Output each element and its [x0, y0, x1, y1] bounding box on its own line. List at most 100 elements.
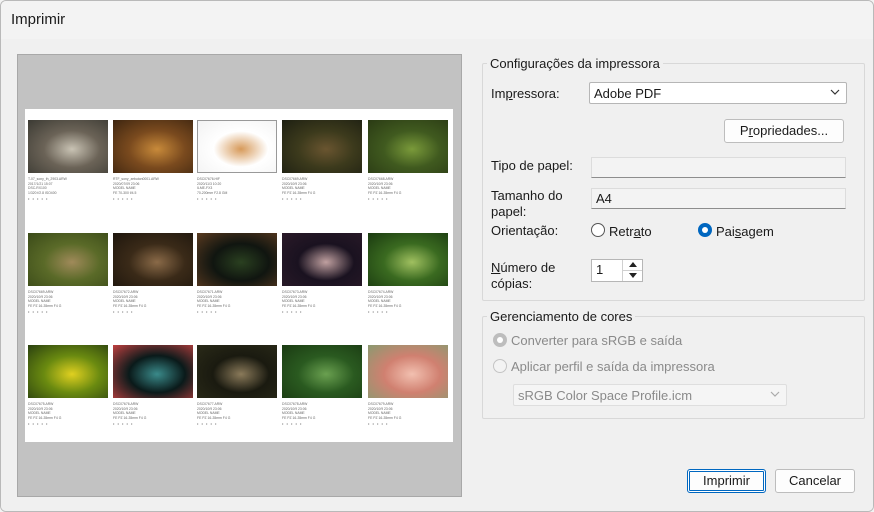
paper-type-field[interactable] [591, 157, 846, 178]
thumbnail-meta-line: FE PZ 16-35mm F4 G [28, 303, 62, 308]
copies-value: 1 [596, 262, 604, 277]
preview-thumbnail: DSC07676.HIF 2020/11/3 10:20 ILME-FX3 70-20… [197, 120, 277, 201]
cancel-button[interactable]: Cancelar [775, 469, 855, 493]
thumbnail-meta-line: 70-200mm F2.8 GM [197, 190, 228, 195]
thumbnail-image [113, 120, 193, 173]
portrait-radio[interactable] [591, 223, 605, 237]
portrait-label[interactable]: Retrato [609, 224, 652, 240]
preview-thumbnail: DSC07674.ARW 2020/10/9 23:06 MODEL NAME FE … [368, 233, 448, 314]
window-title: Imprimir [11, 11, 66, 28]
preview-thumbnail: RTF_sony_zebuton0001.ARW 2020/07/09 23:06… [113, 120, 193, 201]
thumbnail-metadata: DSC07678.ARW 2020/10/9 23:06 MODEL NAME FE … [282, 402, 362, 420]
thumbnail-image [28, 233, 108, 286]
rating-dots: • • • • • [28, 196, 49, 202]
thumbnail-image [368, 233, 448, 286]
apply-profile-label[interactable]: Aplicar perfil e saída da impressora [511, 359, 715, 375]
paper-size-label: Tamanho do papel: [491, 188, 563, 219]
chevron-down-icon [770, 391, 780, 397]
rating-dots: • • • • • [113, 196, 134, 202]
rating-dots: • • • • • [282, 421, 303, 427]
convert-srgb-label[interactable]: Converter para sRGB e saída [511, 333, 682, 349]
thumbnail-meta-line: FE PZ 16-35mm F4 G [368, 190, 402, 195]
thumbnail-metadata: DSC07674.ARW 2020/10/9 23:06 MODEL NAME FE … [368, 290, 448, 308]
thumbnail-image [282, 345, 362, 398]
spin-up-icon[interactable] [623, 260, 642, 271]
thumbnail-metadata: DSC07672.ARW 2020/10/9 23:06 MODEL NAME FE … [113, 290, 193, 308]
title-bar: Imprimir [1, 1, 873, 39]
copies-spinner[interactable]: 1 [591, 259, 643, 282]
thumbnail-meta-line: FE PZ 16-35mm F4 G [368, 303, 402, 308]
thumbnail-meta-line: FE PZ 16-35mm F4 G [28, 415, 62, 420]
preview-thumbnail: DSC07679.ARW 2020/10/9 23:06 MODEL NAME FE … [368, 345, 448, 426]
preview-thumbnail: DSC07673.ARW 2020/10/9 23:06 MODEL NAME FE … [282, 233, 362, 314]
color-profile-value: sRGB Color Space Profile.icm [518, 388, 693, 403]
orientation-label: Orientação: [491, 223, 559, 238]
thumbnail-meta-line: 1/320 f/2.8 ISO400 [28, 190, 57, 195]
printer-select-value: Adobe PDF [594, 86, 662, 101]
dialog-body: T-07_sony_th_2903.ARW 2017/1/21 15:07 DSC-… [1, 39, 873, 511]
chevron-down-icon [830, 89, 840, 95]
thumbnail-meta-line: FE PZ 16-35mm F4 G [197, 415, 231, 420]
preview-thumbnail: DSC07677.ARW 2020/10/9 23:06 MODEL NAME FE … [197, 345, 277, 426]
convert-srgb-radio[interactable] [493, 333, 507, 347]
thumbnail-metadata: DSC07669.ARW 2020/10/9 23:06 MODEL NAME FE … [28, 290, 108, 308]
thumbnail-meta-line: FE PZ 16-35mm F4 G [282, 303, 316, 308]
thumbnail-image [368, 345, 448, 398]
thumbnail-meta-line: FE PZ 16-35mm F4 G [282, 415, 316, 420]
thumbnail-meta-line: FE PZ 16-35mm F4 G [113, 415, 147, 420]
thumbnail-meta-line: FE PZ 16-35mm F4 G [282, 190, 316, 195]
paper-type-label: Tipo de papel: [491, 158, 573, 173]
rating-dots: • • • • • [28, 421, 49, 427]
rating-dots: • • • • • [113, 309, 134, 315]
copies-spinner-arrows [622, 260, 642, 281]
rating-dots: • • • • • [28, 309, 49, 315]
thumbnail-metadata: DSC07676.ARW 2020/10/9 23:06 MODEL NAME FE … [113, 402, 193, 420]
printer-select[interactable]: Adobe PDF [589, 82, 847, 104]
landscape-label[interactable]: Paisagem [716, 224, 774, 240]
preview-thumbnail: DSC07668.ARW 2020/10/9 23:06 MODEL NAME FE … [368, 120, 448, 201]
thumbnail-metadata: DSC07669.ARW 2020/10/9 23:06 MODEL NAME FE … [282, 177, 362, 195]
thumbnail-metadata: DSC07668.ARW 2020/10/9 23:06 MODEL NAME FE … [368, 177, 448, 195]
preview-page: T-07_sony_th_2903.ARW 2017/1/21 15:07 DSC-… [25, 109, 453, 442]
printer-settings-legend: Configurações da impressora [490, 56, 660, 71]
rating-dots: • • • • • [282, 309, 303, 315]
rating-dots: • • • • • [368, 196, 389, 202]
print-button[interactable]: Imprimir [687, 469, 766, 493]
preview-thumbnail: DSC07675.ARW 2020/10/9 23:06 MODEL NAME FE … [28, 345, 108, 426]
rating-dots: • • • • • [197, 196, 218, 202]
thumbnail-image [113, 345, 193, 398]
thumbnail-meta-line: FE 70-300 f/4.5 [113, 190, 137, 195]
landscape-radio[interactable] [698, 223, 712, 237]
preview-thumbnail: DSC07669.ARW 2020/10/9 23:06 MODEL NAME FE … [282, 120, 362, 201]
preview-thumbnail: T-07_sony_th_2903.ARW 2017/1/21 15:07 DSC-… [28, 120, 108, 201]
thumbnail-metadata: DSC07677.ARW 2020/10/9 23:06 MODEL NAME FE … [197, 402, 277, 420]
thumbnail-image [282, 120, 362, 173]
properties-button[interactable]: Propriedades... [724, 119, 844, 143]
rating-dots: • • • • • [197, 421, 218, 427]
thumbnail-image [368, 120, 448, 173]
rating-dots: • • • • • [282, 196, 303, 202]
thumbnail-metadata: DSC07675.ARW 2020/10/9 23:06 MODEL NAME FE … [28, 402, 108, 420]
thumbnail-image [282, 233, 362, 286]
thumbnail-image [113, 233, 193, 286]
paper-size-field[interactable]: A4 [591, 188, 846, 209]
rating-dots: • • • • • [368, 309, 389, 315]
preview-thumbnail: DSC07676.ARW 2020/10/9 23:06 MODEL NAME FE … [113, 345, 193, 426]
thumbnail-meta-line: FE PZ 16-35mm F4 G [368, 415, 402, 420]
thumbnail-metadata: T-07_sony_th_2903.ARW 2017/1/21 15:07 DSC-… [28, 177, 108, 195]
preview-thumbnail: DSC07672.ARW 2020/10/9 23:06 MODEL NAME FE … [113, 233, 193, 314]
apply-profile-radio[interactable] [493, 359, 507, 373]
rating-dots: • • • • • [197, 309, 218, 315]
thumbnail-image [197, 233, 277, 286]
spin-down-icon[interactable] [623, 271, 642, 282]
thumbnail-metadata: DSC07673.ARW 2020/10/9 23:06 MODEL NAME FE … [282, 290, 362, 308]
preview-thumbnail: DSC07671.ARW 2020/10/9 23:06 MODEL NAME FE … [197, 233, 277, 314]
thumbnail-meta-line: FE PZ 16-35mm F4 G [113, 303, 147, 308]
thumbnail-image [28, 120, 108, 173]
thumbnail-metadata: RTF_sony_zebuton0001.ARW 2020/07/09 23:06… [113, 177, 193, 195]
rating-dots: • • • • • [113, 421, 134, 427]
color-profile-select[interactable]: sRGB Color Space Profile.icm [513, 384, 787, 406]
thumbnail-metadata: DSC07676.HIF 2020/11/3 10:20 ILME-FX3 70-20… [197, 177, 277, 195]
thumbnail-metadata: DSC07679.ARW 2020/10/9 23:06 MODEL NAME FE … [368, 402, 448, 420]
thumbnail-meta-line: FE PZ 16-35mm F4 G [197, 303, 231, 308]
